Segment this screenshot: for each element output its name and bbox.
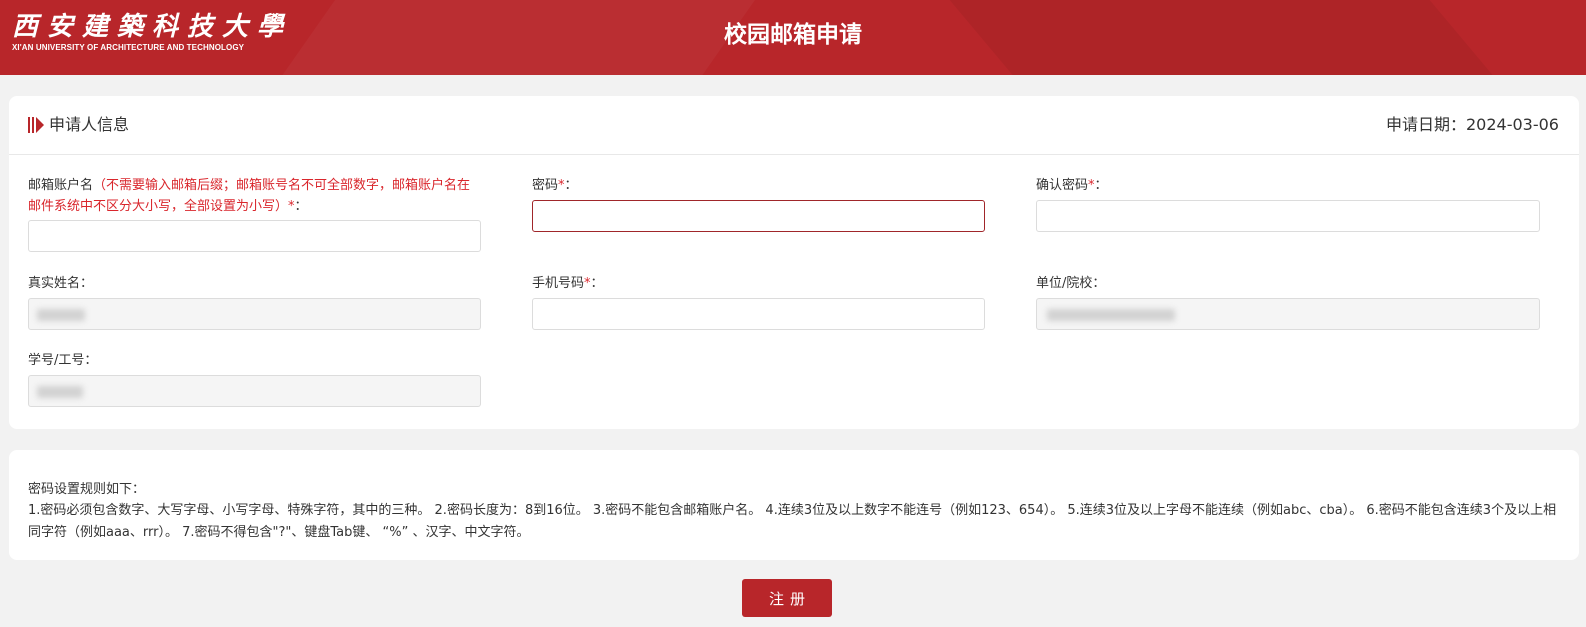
studentid-field: 学号/工号： bbox=[28, 350, 481, 407]
password-input[interactable] bbox=[532, 200, 985, 232]
phone-label: 手机号码*： bbox=[532, 276, 604, 291]
account-hint: （不需要输入邮箱后缀；邮箱账号名不可全部数字，邮箱账户名在邮件系统中不区分大小写… bbox=[28, 178, 471, 214]
phone-input[interactable] bbox=[532, 298, 985, 330]
applicant-info-card: 申请人信息 申请日期：2024-03-06 邮箱账户名（不需要输入邮箱后缀；邮箱… bbox=[9, 96, 1579, 429]
confirm-password-label: 确认密码*： bbox=[1036, 178, 1108, 193]
unit-field: 单位/院校： bbox=[1036, 273, 1540, 330]
rules-title: 密码设置规则如下： bbox=[28, 482, 146, 497]
confirm-password-field: 确认密码*： bbox=[1036, 175, 1540, 232]
header-banner: 西安建築科技大學 XI'AN UNIVERSITY OF ARCHITECTUR… bbox=[0, 0, 1586, 75]
realname-field: 真实姓名： bbox=[28, 273, 481, 330]
section-bars-icon bbox=[28, 117, 46, 133]
password-label: 密码*： bbox=[532, 178, 578, 193]
studentid-input[interactable] bbox=[28, 375, 481, 407]
confirm-password-input[interactable] bbox=[1036, 200, 1540, 232]
apply-date: 申请日期：2024-03-06 bbox=[1386, 115, 1559, 134]
unit-label: 单位/院校： bbox=[1036, 276, 1106, 291]
register-button[interactable]: 注册 bbox=[742, 579, 832, 617]
rules-text: 1.密码必须包含数字、大写字母、小写字母、特殊字符，其中的三种。 2.密码长度为… bbox=[28, 503, 1557, 540]
section-title: 申请人信息 bbox=[49, 115, 130, 134]
page-title: 校园邮箱申请 bbox=[724, 22, 862, 48]
redacted-value bbox=[1047, 309, 1175, 321]
password-rules-card: 密码设置规则如下： 1.密码必须包含数字、大写字母、小写字母、特殊字符，其中的三… bbox=[9, 450, 1579, 560]
studentid-label: 学号/工号： bbox=[28, 353, 98, 368]
account-field: 邮箱账户名（不需要输入邮箱后缀；邮箱账号名不可全部数字，邮箱账户名在邮件系统中不… bbox=[28, 175, 481, 252]
phone-field: 手机号码*： bbox=[532, 273, 985, 330]
realname-label: 真实姓名： bbox=[28, 276, 94, 291]
redacted-value bbox=[37, 386, 83, 398]
unit-input[interactable] bbox=[1036, 298, 1540, 330]
redacted-value bbox=[37, 309, 85, 321]
password-field: 密码*： bbox=[532, 175, 985, 232]
account-label: 邮箱账户名（不需要输入邮箱后缀；邮箱账号名不可全部数字，邮箱账户名在邮件系统中不… bbox=[28, 178, 471, 214]
card-header: 申请人信息 申请日期：2024-03-06 bbox=[9, 96, 1579, 155]
account-input[interactable] bbox=[28, 220, 481, 252]
realname-input[interactable] bbox=[28, 298, 481, 330]
